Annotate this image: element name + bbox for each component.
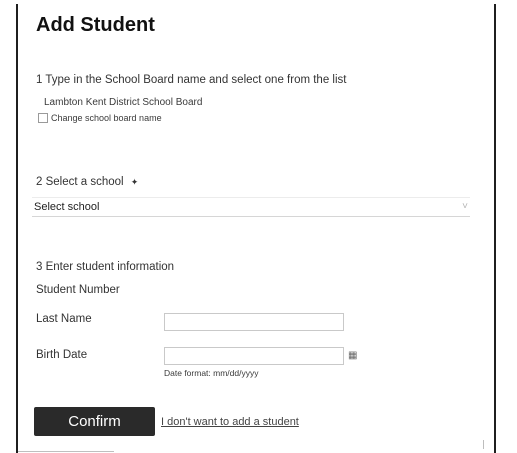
birth-date-label: Birth Date [36, 349, 88, 361]
last-name-label: Last Name [36, 313, 92, 325]
footer-divider [18, 451, 114, 452]
selected-board-name: Lambton Kent District School Board [44, 97, 203, 108]
birth-date-input[interactable] [164, 347, 344, 365]
last-name-input[interactable] [164, 313, 344, 331]
step3-label: 3 Enter student information [36, 261, 175, 273]
school-select[interactable]: Select school ˅ [32, 197, 470, 217]
change-board-label[interactable]: Change school board name [51, 113, 162, 123]
school-select-value: Select school [34, 201, 100, 213]
change-board-checkbox[interactable] [38, 113, 48, 123]
confirm-button[interactable]: Confirm [34, 407, 155, 436]
student-number-label: Student Number [36, 284, 120, 296]
help-icon[interactable]: ✦ [131, 177, 139, 187]
calendar-icon[interactable]: ▦ [348, 350, 357, 361]
date-format-hint: Date format: mm/dd/yyyy [164, 368, 259, 378]
scroll-tick [483, 440, 484, 449]
step1-label: 1 Type in the School Board name and sele… [36, 74, 347, 86]
page-title: Add Student [36, 14, 155, 36]
chevron-down-icon: ˅ [462, 201, 468, 212]
step2-label-text: 2 Select a school [36, 176, 124, 188]
cancel-add-student-link[interactable]: I don't want to add a student [161, 416, 299, 428]
add-student-panel: Add Student 1 Type in the School Board n… [16, 4, 496, 453]
step2-label: 2 Select a school ✦ [36, 176, 138, 188]
